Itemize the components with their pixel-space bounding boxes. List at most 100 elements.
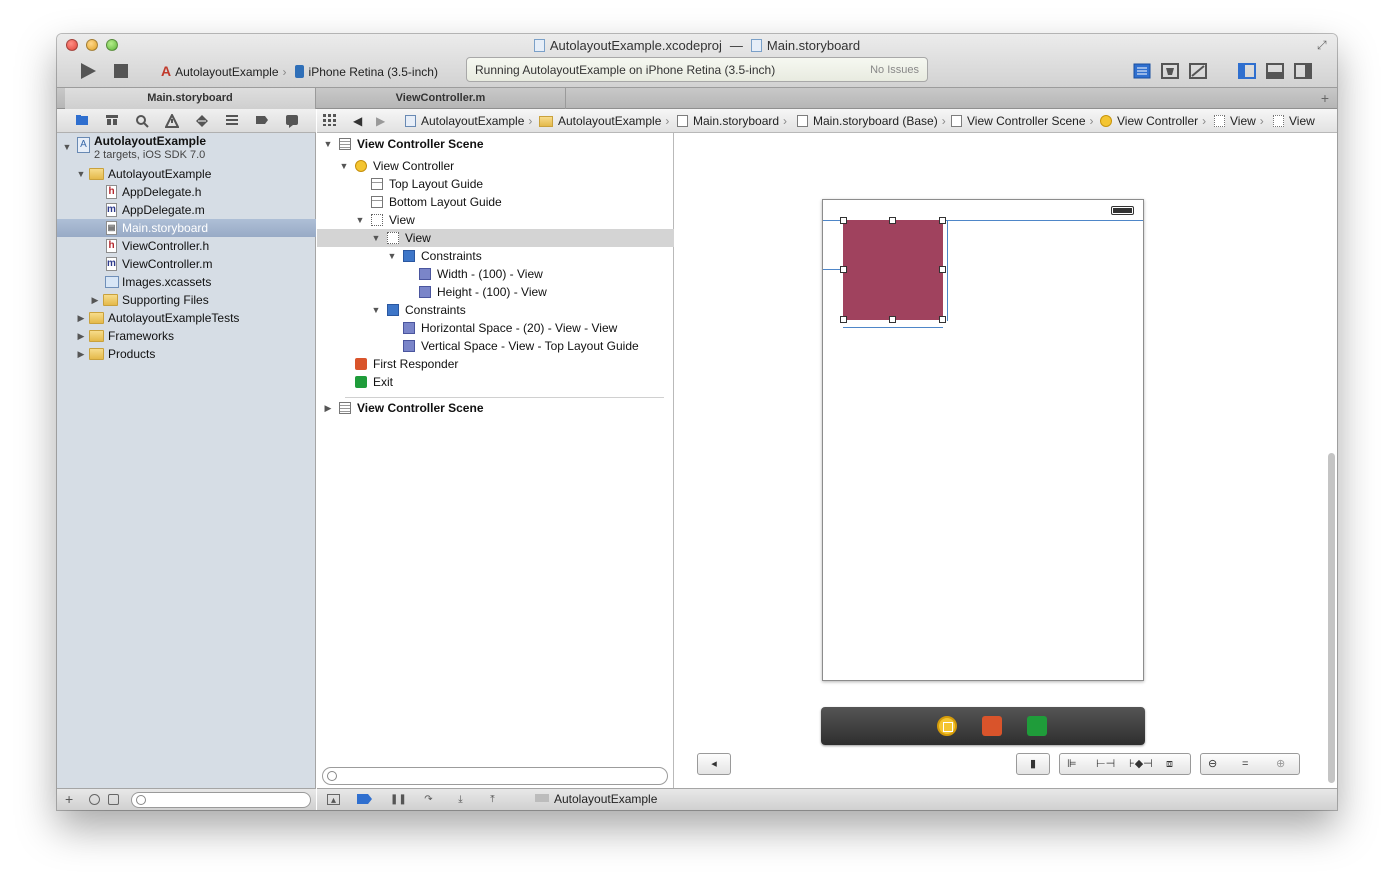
breadcrumb-storyboard-base[interactable]: Main.storyboard (Base) ›	[797, 114, 946, 128]
disclosure-closed-icon[interactable]: ▶	[76, 345, 86, 363]
disclosure-closed-icon[interactable]: ▶	[90, 291, 100, 309]
list-item-selected[interactable]: ▤ Main.storyboard	[57, 219, 316, 237]
pause-icon[interactable]: ❚❚	[390, 794, 407, 805]
outline-row-top-layout-guide[interactable]: Top Layout Guide	[317, 175, 674, 193]
resize-handle[interactable]	[939, 266, 946, 273]
project-row[interactable]: ▼ A AutolayoutExample 2 targets, iOS SDK…	[57, 133, 316, 165]
related-items-icon[interactable]	[323, 114, 337, 128]
storyboard-canvas[interactable]: ◂ ▮ ⊫ ⊢⊣ ⊦◆⊣ ⧈ ⊖ = ⊕	[675, 133, 1337, 788]
resize-handle[interactable]	[840, 217, 847, 224]
outline-row-height-constraint[interactable]: Height - (100) - View	[317, 283, 674, 301]
version-editor-button[interactable]	[1188, 62, 1208, 80]
go-back-icon[interactable]: ◀	[353, 114, 362, 128]
pin-icon[interactable]: ⊢⊣	[1096, 754, 1115, 774]
outline-row-first-responder[interactable]: First Responder	[317, 355, 674, 373]
outline-row-view[interactable]: ▼ View	[317, 211, 674, 229]
tab-main-storyboard[interactable]: Main.storyboard	[65, 88, 316, 109]
resize-handle[interactable]	[889, 316, 896, 323]
list-item[interactable]: h ViewController.h	[57, 237, 316, 255]
list-item[interactable]: Images.xcassets	[57, 273, 316, 291]
outline-row-scene[interactable]: ▼ View Controller Scene	[317, 135, 674, 153]
tab-viewcontroller-m[interactable]: ViewController.m	[316, 88, 566, 109]
first-responder-icon[interactable]	[982, 716, 1002, 736]
outline-filter-input[interactable]	[322, 767, 668, 785]
recent-files-icon[interactable]	[89, 794, 100, 805]
list-item[interactable]: m ViewController.m	[57, 255, 316, 273]
search-navigator-icon[interactable]	[135, 114, 149, 128]
go-forward-icon[interactable]: ▶	[376, 114, 385, 128]
scheme-selector[interactable]: A AutolayoutExample › iPhone Retina (3.5-in…	[161, 62, 438, 80]
vertical-scrollbar[interactable]	[1328, 453, 1335, 783]
list-item[interactable]: m AppDelegate.m	[57, 201, 316, 219]
activity-viewer[interactable]: Running AutolayoutExample on iPhone Reti…	[466, 57, 928, 82]
zoom-actual-icon[interactable]: =	[1242, 754, 1248, 774]
breadcrumb-project[interactable]: AutolayoutExample ›	[405, 114, 532, 128]
outline-row-subview-selected[interactable]: ▼ View	[317, 229, 674, 247]
fullscreen-icon[interactable]: ⤢	[1317, 39, 1329, 51]
list-item[interactable]: ▼ AutolayoutExample	[57, 165, 316, 183]
disclosure-closed-icon[interactable]: ▶	[76, 327, 86, 345]
toggle-debug-area-button[interactable]	[1265, 62, 1285, 80]
outline-row-view-controller[interactable]: ▼ View Controller	[317, 157, 674, 175]
resize-handle[interactable]	[889, 217, 896, 224]
list-item[interactable]: ▶ Frameworks	[57, 327, 316, 345]
toggle-utilities-button[interactable]	[1293, 62, 1313, 80]
resize-handle[interactable]	[840, 316, 847, 323]
toggle-navigator-button[interactable]	[1237, 62, 1257, 80]
issue-navigator-icon[interactable]	[164, 112, 180, 128]
disclosure-open-icon[interactable]: ▼	[387, 247, 397, 265]
step-out-icon[interactable]: ⤒	[486, 794, 499, 805]
source-control-filter-icon[interactable]	[108, 794, 119, 805]
iphone-scene-frame[interactable]	[822, 199, 1144, 681]
list-item[interactable]: ▶ Supporting Files	[57, 291, 316, 309]
resize-handle[interactable]	[939, 316, 946, 323]
hide-debug-area-icon[interactable]: ▴	[327, 794, 340, 806]
add-tab-icon[interactable]: +	[1321, 90, 1329, 106]
list-item[interactable]: ▶ Products	[57, 345, 316, 363]
list-item[interactable]: h AppDelegate.h	[57, 183, 316, 201]
run-button[interactable]	[81, 63, 96, 79]
disclosure-open-icon[interactable]: ▼	[323, 135, 333, 153]
step-over-icon[interactable]: ↷	[422, 794, 435, 805]
hide-outline-button[interactable]: ◂	[697, 753, 731, 775]
red-subview[interactable]	[843, 220, 943, 320]
disclosure-closed-icon[interactable]: ▶	[323, 399, 333, 417]
outline-row-exit[interactable]: Exit	[317, 373, 674, 391]
breakpoints-toggle-icon[interactable]	[357, 794, 372, 805]
breadcrumb-view-controller[interactable]: View Controller ›	[1100, 114, 1206, 128]
test-navigator-icon[interactable]	[195, 114, 209, 128]
list-item[interactable]: ▶ AutolayoutExampleTests	[57, 309, 316, 327]
zoom-out-icon[interactable]: ⊖	[1208, 754, 1217, 774]
add-file-icon[interactable]: +	[65, 791, 73, 807]
outline-row-scene-2[interactable]: ▶ View Controller Scene	[317, 399, 674, 417]
breadcrumb-storyboard[interactable]: Main.storyboard ›	[677, 114, 787, 128]
disclosure-open-icon[interactable]: ▼	[371, 229, 381, 247]
disclosure-open-icon[interactable]: ▼	[62, 138, 72, 156]
outline-row-width-constraint[interactable]: Width - (100) - View	[317, 265, 674, 283]
disclosure-open-icon[interactable]: ▼	[76, 165, 86, 183]
debug-navigator-icon[interactable]	[225, 114, 239, 128]
zoom-in-icon[interactable]: ⊕	[1276, 754, 1285, 774]
navigator-filter-input[interactable]	[131, 792, 311, 808]
disclosure-closed-icon[interactable]: ▶	[76, 309, 86, 327]
standard-editor-button[interactable]	[1132, 62, 1152, 80]
resize-handle[interactable]	[840, 266, 847, 273]
step-into-icon[interactable]: ⤓	[454, 794, 467, 805]
outline-row-constraints[interactable]: ▼ Constraints	[317, 247, 674, 265]
outline-row-vertical-space[interactable]: Vertical Space - View - Top Layout Guide	[317, 337, 674, 355]
project-navigator-folder-icon[interactable]	[75, 114, 89, 128]
simulated-metrics-button[interactable]: ▮	[1016, 753, 1050, 775]
resolve-icon[interactable]: ⊦◆⊣	[1129, 754, 1153, 774]
breadcrumb-group[interactable]: AutolayoutExample ›	[539, 114, 669, 128]
issues-status[interactable]: No Issues	[870, 64, 919, 76]
outline-row-horizontal-space[interactable]: Horizontal Space - (20) - View - View	[317, 319, 674, 337]
assistant-editor-button[interactable]	[1160, 62, 1180, 80]
exit-icon[interactable]	[1027, 716, 1047, 736]
symbol-navigator-icon[interactable]	[105, 114, 119, 128]
breakpoint-navigator-icon[interactable]	[255, 114, 269, 128]
outline-row-constraints[interactable]: ▼ Constraints	[317, 301, 674, 319]
resizing-icon[interactable]: ⧈	[1166, 754, 1173, 774]
log-navigator-icon[interactable]	[285, 114, 299, 128]
breadcrumb-subview[interactable]: View	[1273, 114, 1315, 128]
align-icon[interactable]: ⊫	[1067, 754, 1077, 774]
